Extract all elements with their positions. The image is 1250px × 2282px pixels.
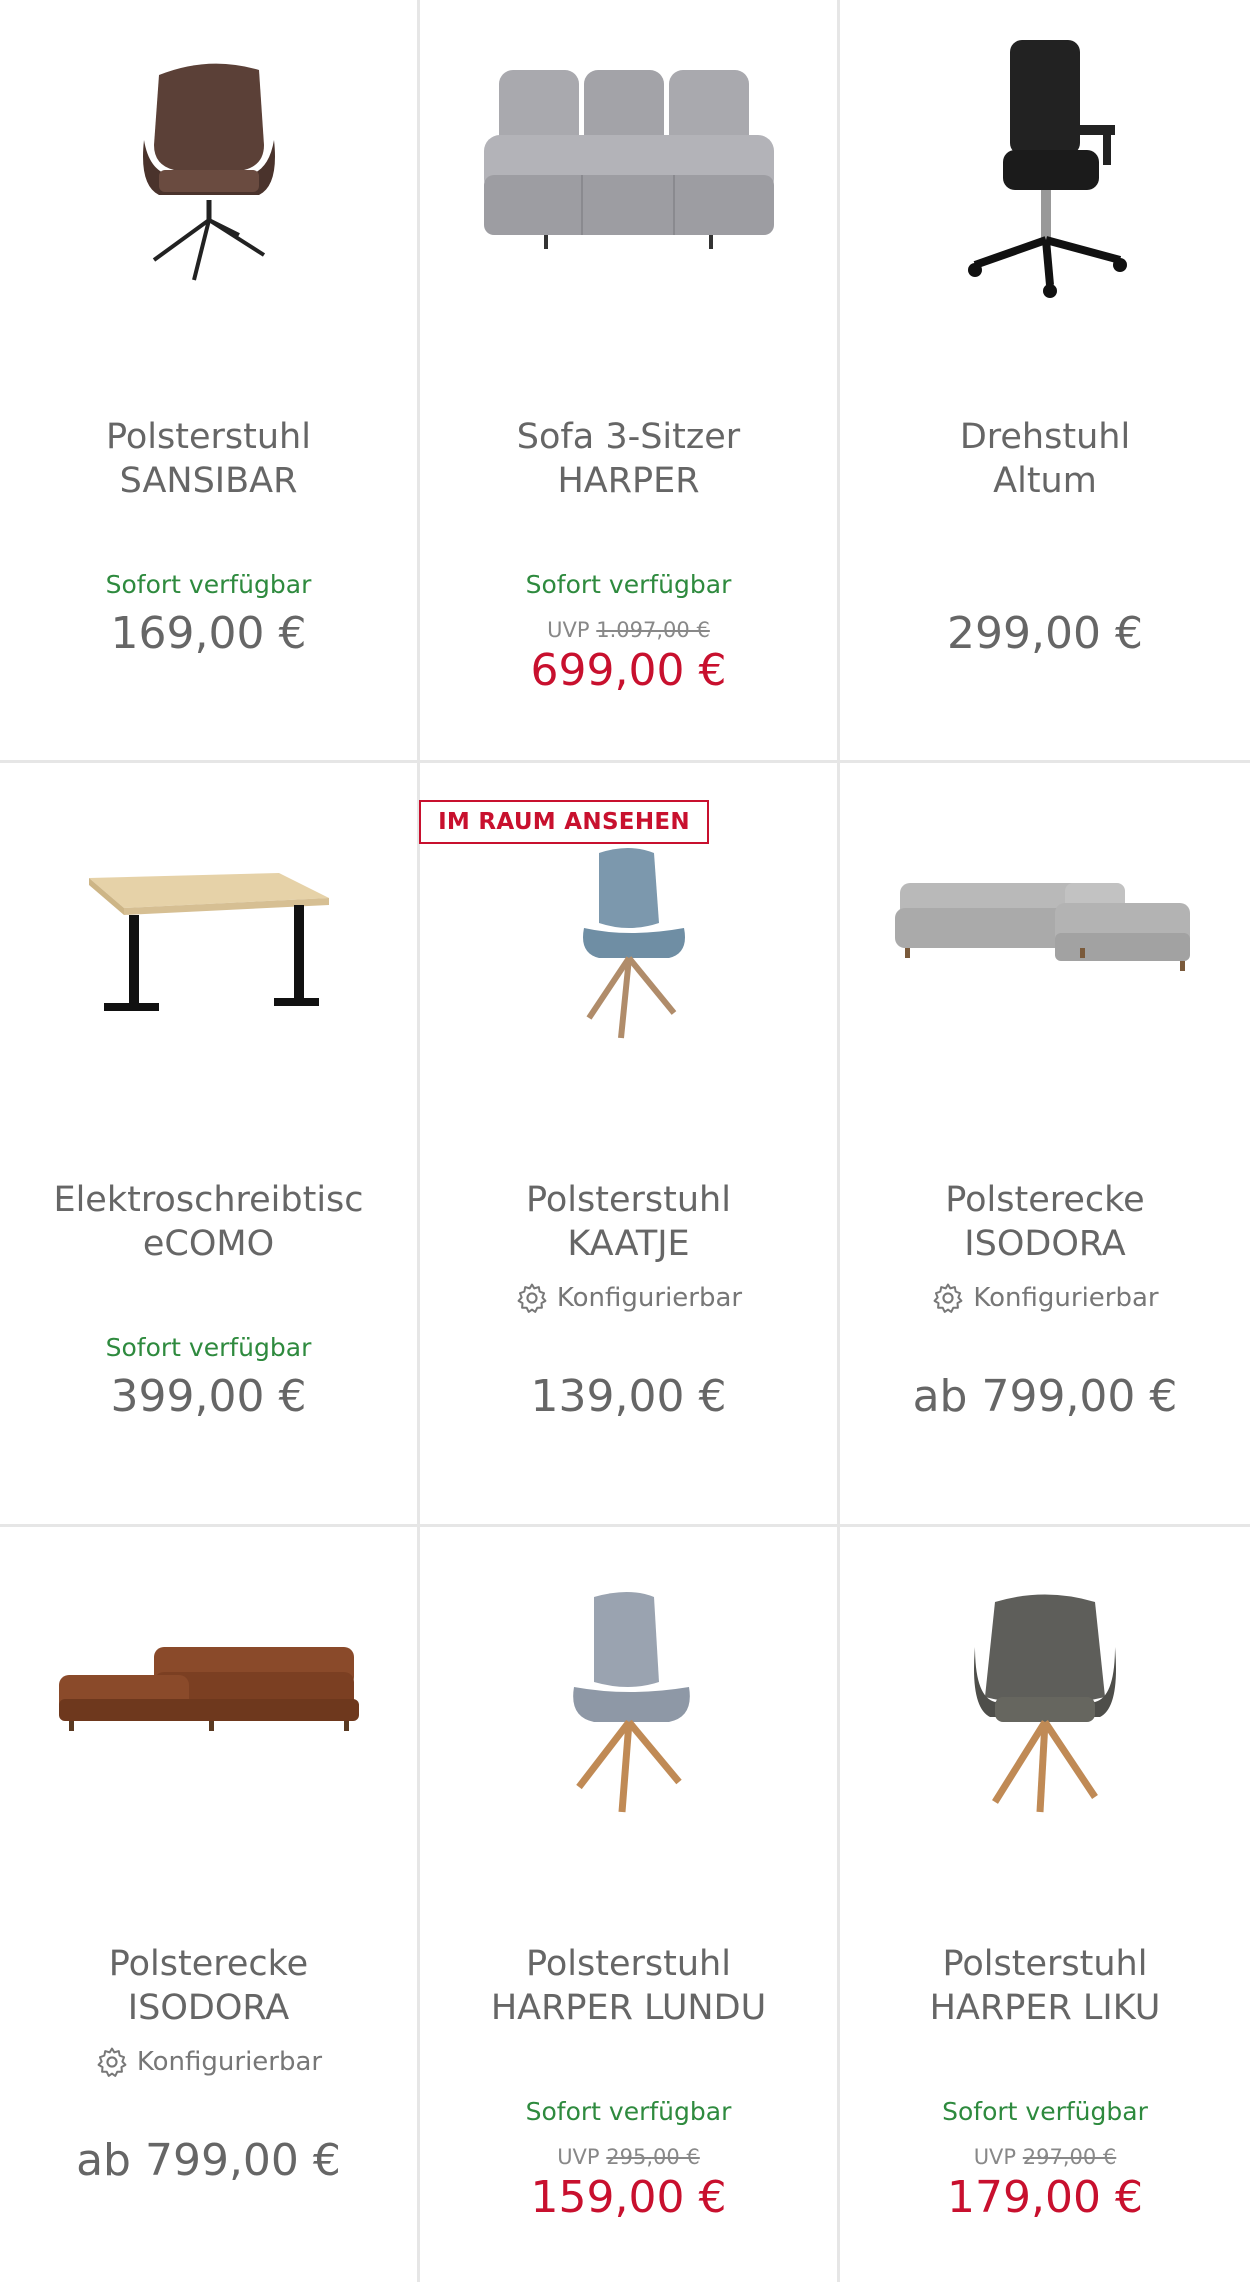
product-price: ab 799,00 € — [76, 2135, 341, 2186]
uvp-value: 295,00 € — [606, 2145, 700, 2169]
uvp-label: UVP — [973, 2145, 1017, 2169]
product-title[interactable]: eCOMO — [0, 1222, 417, 1266]
product-image[interactable] — [840, 853, 1250, 983]
product-title[interactable]: Polsterstuhl — [420, 1942, 837, 1986]
product-card[interactable]: Polsterstuhl KAATJE Konfigurierbar 139,0… — [420, 763, 837, 1524]
product-price: 699,00 € — [530, 645, 727, 696]
gear-icon — [517, 1283, 547, 1313]
product-image[interactable] — [420, 843, 837, 1043]
configurable-text: Konfigurierbar — [136, 2047, 323, 2077]
product-card[interactable]: Polsterstuhl HARPER LUNDU Sofort verfügb… — [420, 1527, 837, 2282]
availability-label: Sofort verfügbar — [105, 570, 312, 599]
product-title[interactable]: ISODORA — [840, 1222, 1250, 1266]
product-card[interactable]: Elektroschreibtisc eCOMO Sofort verfügba… — [0, 763, 417, 1524]
product-title[interactable]: SANSIBAR — [0, 459, 417, 503]
chair-blue-icon — [582, 848, 685, 1039]
uvp-label: UVP — [547, 618, 590, 642]
product-image[interactable] — [420, 1587, 837, 1817]
product-card[interactable]: Sofa 3-Sitzer HARPER Sofort verfügbar UV… — [420, 0, 837, 760]
product-title[interactable]: HARPER — [420, 459, 837, 503]
product-card[interactable]: Polsterecke ISODORA Konfigurierbar ab 79… — [840, 763, 1250, 1524]
product-grid: Polsterstuhl SANSIBAR Sofort verfügbar 1… — [0, 0, 1250, 2282]
product-price: 169,00 € — [110, 608, 307, 659]
product-title[interactable]: Polsterecke — [840, 1178, 1250, 1222]
corner-sofa-grey-icon — [895, 883, 1190, 971]
product-price: ab 799,00 € — [912, 1371, 1178, 1422]
sofa-grey-icon — [483, 70, 774, 249]
configurable-text: Konfigurierbar — [556, 1283, 743, 1313]
product-title[interactable]: Sofa 3-Sitzer — [420, 415, 837, 459]
armchair-dark-icon — [974, 1594, 1116, 1813]
product-card[interactable]: Polsterstuhl SANSIBAR Sofort verfügbar 1… — [0, 0, 417, 760]
product-price: 179,00 € — [947, 2172, 1143, 2223]
product-title[interactable]: HARPER LIKU — [840, 1986, 1250, 2030]
product-title[interactable]: ISODORA — [0, 1986, 417, 2030]
uvp-price: UVP 1.097,00 € — [420, 618, 837, 642]
product-image[interactable] — [0, 40, 417, 290]
configurable-text: Konfigurierbar — [973, 1283, 1159, 1313]
uvp-price: UVP 297,00 € — [840, 2145, 1250, 2169]
product-title[interactable]: HARPER LUNDU — [420, 1986, 837, 2030]
product-image[interactable] — [840, 1587, 1250, 1817]
product-card[interactable]: Polsterecke ISODORA Konfigurierbar ab 79… — [0, 1527, 417, 2282]
product-title[interactable]: Polsterstuhl — [0, 415, 417, 459]
availability-label: Sofort verfügbar — [105, 1333, 312, 1362]
product-title[interactable]: Polsterstuhl — [420, 1178, 837, 1222]
view-in-room-badge[interactable]: IM RAUM ANSEHEN — [419, 800, 709, 844]
product-title[interactable]: Elektroschreibtisc — [0, 1178, 417, 1222]
gear-icon — [97, 2047, 127, 2077]
uvp-value: 1.097,00 € — [596, 618, 710, 642]
product-image[interactable] — [0, 1617, 417, 1757]
product-image[interactable] — [0, 843, 417, 1043]
product-title[interactable]: Polsterecke — [0, 1942, 417, 1986]
office-chair-icon — [968, 40, 1127, 298]
product-price: 399,00 € — [110, 1371, 307, 1422]
product-title[interactable]: Drehstuhl — [840, 415, 1250, 459]
configurable-label: Konfigurierbar — [420, 1281, 837, 1315]
product-title[interactable]: Polsterstuhl — [840, 1942, 1250, 1986]
desk-icon — [88, 873, 329, 1011]
configurable-label: Konfigurierbar — [0, 2045, 417, 2079]
availability-label: Sofort verfügbar — [525, 2097, 732, 2126]
corner-sofa-brown-icon — [58, 1647, 359, 1731]
gear-icon — [933, 1283, 963, 1313]
product-title[interactable]: Altum — [840, 459, 1250, 503]
product-price: 299,00 € — [947, 608, 1143, 659]
armchair-brown-icon — [142, 63, 275, 281]
configurable-label: Konfigurierbar — [840, 1281, 1250, 1315]
product-card[interactable]: Drehstuhl Altum 299,00 € — [840, 0, 1250, 760]
product-price: 139,00 € — [530, 1371, 727, 1422]
product-price: 159,00 € — [530, 2172, 727, 2223]
product-image[interactable] — [420, 50, 837, 280]
availability-label: Sofort verfügbar — [942, 2097, 1148, 2126]
uvp-label: UVP — [557, 2145, 600, 2169]
availability-label: Sofort verfügbar — [525, 570, 732, 599]
uvp-price: UVP 295,00 € — [420, 2145, 837, 2169]
product-card[interactable]: Polsterstuhl HARPER LIKU Sofort verfügba… — [840, 1527, 1250, 2282]
product-image[interactable] — [840, 35, 1250, 305]
product-title[interactable]: KAATJE — [420, 1222, 837, 1266]
chair-grey-icon — [572, 1592, 690, 1813]
uvp-value: 297,00 € — [1022, 2145, 1117, 2169]
